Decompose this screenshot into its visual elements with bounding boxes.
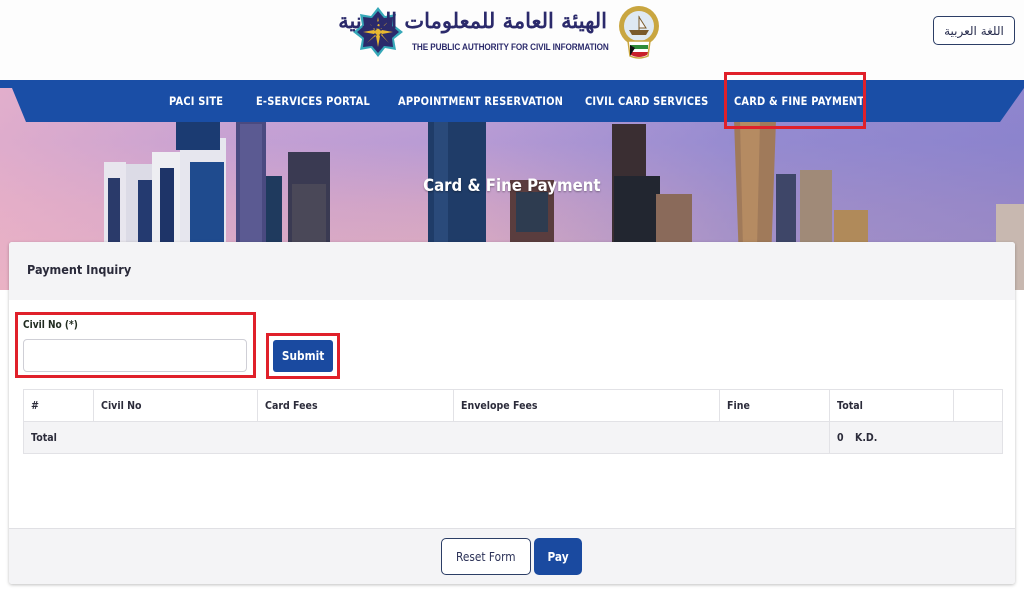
reset-form-label: Reset Form	[456, 549, 516, 564]
table-header-row: # Civil No Card Fees Envelope Fees Fine …	[23, 389, 1003, 422]
column-header-index: #	[23, 389, 94, 422]
total-currency: K.D.	[854, 431, 877, 444]
nav-item-e-services-portal[interactable]: E-SERVICES PORTAL	[256, 80, 370, 122]
card-title: Payment Inquiry	[27, 262, 132, 277]
total-amount: 0	[837, 431, 844, 444]
payment-table: # Civil No Card Fees Envelope Fees Fine …	[23, 389, 1003, 454]
logo-arabic-text: الهيئة العامة للمعلومات المدنية	[338, 8, 608, 33]
column-header-envelope-fees: Envelope Fees	[453, 389, 720, 422]
column-header-fine: Fine	[719, 389, 830, 422]
card-footer: Reset Form Pay	[9, 528, 1015, 584]
logo-english-text: THE PUBLIC AUTHORITY FOR CIVIL INFORMATI…	[412, 42, 609, 53]
main-navigation: PACI SITE E-SERVICES PORTAL APPOINTMENT …	[0, 80, 1024, 122]
payment-inquiry-card: Payment Inquiry Civil No (*) Submit # Ci…	[9, 242, 1015, 584]
site-header: الهيئة العامة للمعلومات المدنية THE PUBL…	[0, 0, 1024, 80]
nav-item-paci-site[interactable]: PACI SITE	[169, 80, 223, 122]
table-total-row: Total 0 K.D.	[23, 421, 1003, 454]
nav-highlight-box	[724, 72, 866, 129]
column-header-total: Total	[829, 389, 954, 422]
pay-label: Pay	[547, 549, 569, 564]
reset-form-button[interactable]: Reset Form	[441, 538, 531, 575]
nav-item-appointment-reservation[interactable]: APPOINTMENT RESERVATION	[398, 80, 563, 122]
arabic-language-button[interactable]: اللغة العربية	[933, 16, 1015, 45]
kuwait-emblem-icon	[619, 6, 659, 59]
submit-highlight-box	[266, 333, 340, 379]
card-header: Payment Inquiry	[9, 242, 1015, 300]
column-header-civil-no: Civil No	[93, 389, 258, 422]
total-label-cell: Total	[23, 421, 830, 454]
civil-no-highlight-box	[15, 312, 256, 378]
nav-item-civil-card-services[interactable]: CIVIL CARD SERVICES	[585, 80, 708, 122]
pay-button[interactable]: Pay	[534, 538, 582, 575]
page-title: Card & Fine Payment	[0, 176, 1024, 196]
column-header-actions	[953, 389, 1003, 422]
page-title-text: Card & Fine Payment	[423, 176, 601, 196]
total-amount-cell: 0 K.D.	[829, 421, 1003, 454]
paci-logo[interactable]: الهيئة العامة للمعلومات المدنية THE PUBL…	[338, 4, 662, 60]
column-header-card-fees: Card Fees	[257, 389, 454, 422]
